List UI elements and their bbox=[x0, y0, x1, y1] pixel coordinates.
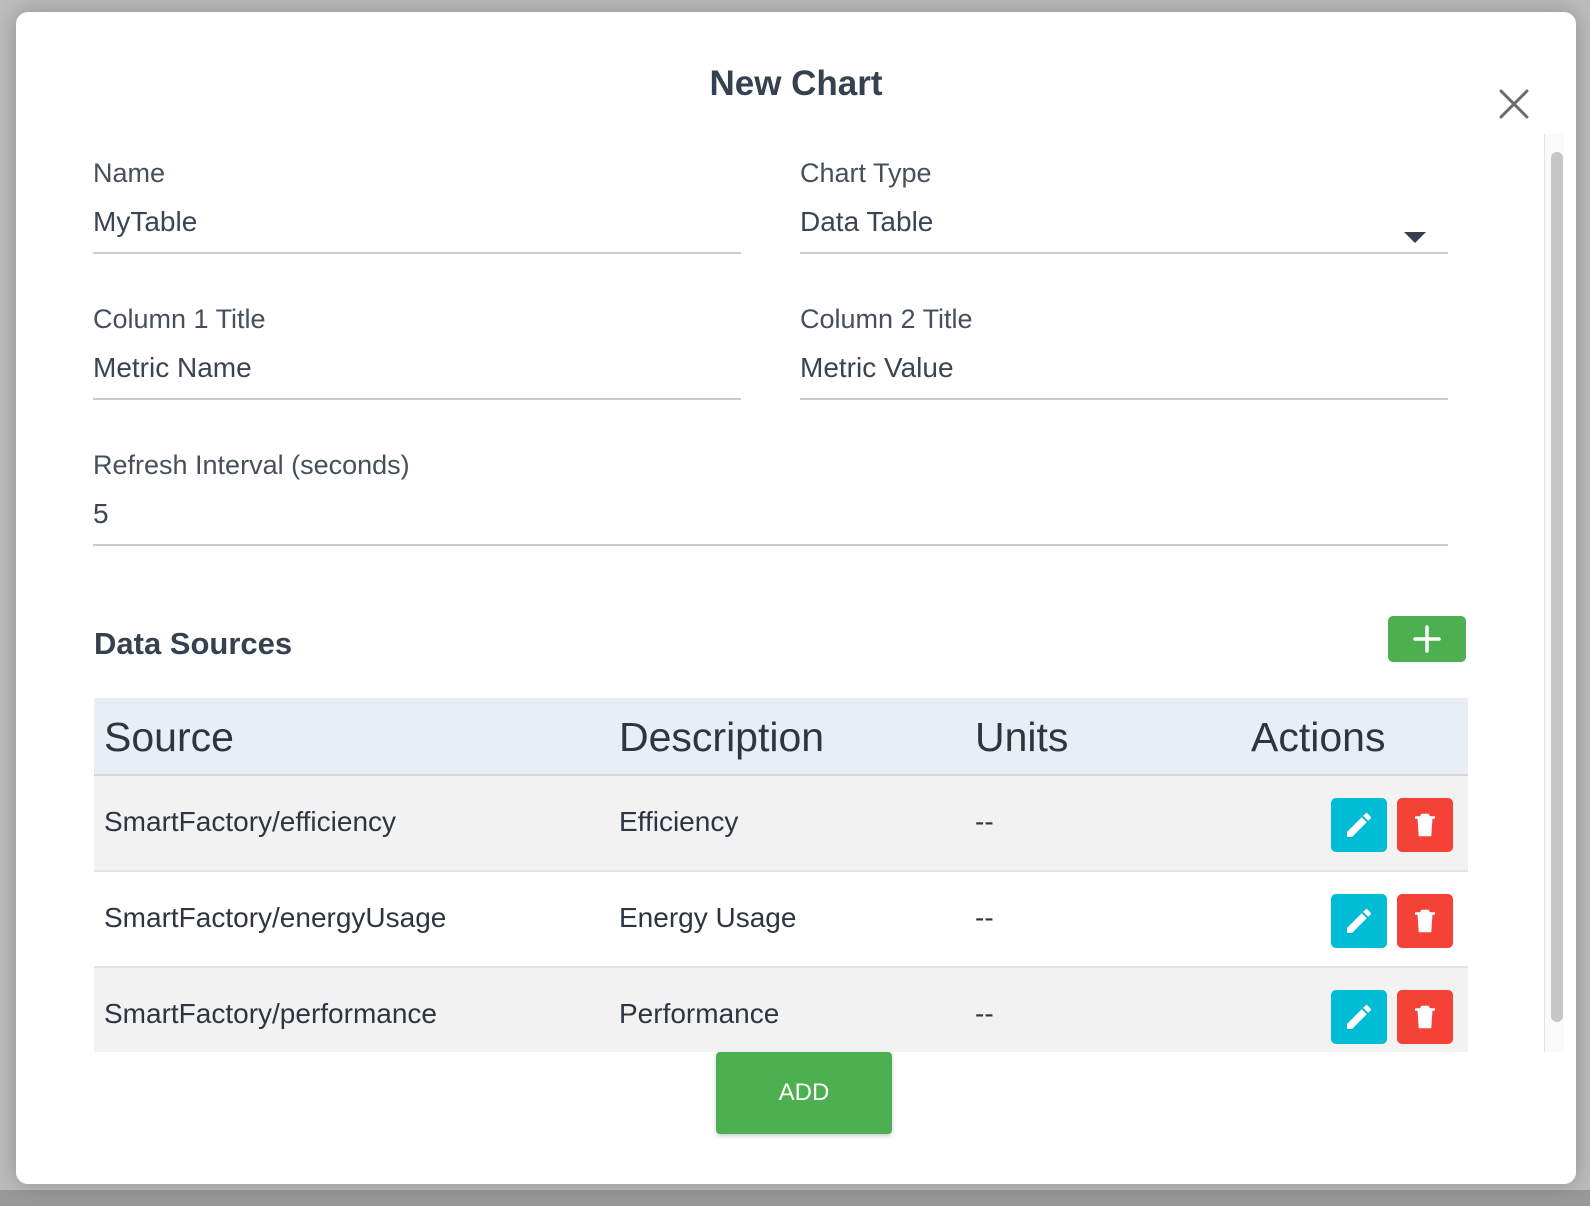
add-button[interactable]: ADD bbox=[716, 1052, 892, 1134]
column-header-actions: Actions bbox=[1251, 714, 1386, 760]
refresh-interval-field: Refresh Interval (seconds) bbox=[93, 450, 1448, 562]
column1-title-input[interactable] bbox=[93, 352, 741, 400]
name-field: Name bbox=[93, 158, 741, 270]
source-cell: SmartFactory/energyUsage bbox=[104, 902, 447, 933]
chart-type-select[interactable] bbox=[800, 206, 1448, 254]
column-header-source: Source bbox=[104, 714, 234, 760]
pencil-icon bbox=[1347, 1004, 1372, 1029]
plus-icon bbox=[1413, 625, 1441, 653]
data-sources-title: Data Sources bbox=[94, 626, 293, 661]
chart-type-label: Chart Type bbox=[800, 158, 932, 188]
edit-button[interactable] bbox=[1331, 894, 1387, 948]
column2-title-input[interactable] bbox=[800, 352, 1448, 400]
scrollbar-thumb[interactable] bbox=[1551, 152, 1563, 1022]
source-cell: SmartFactory/efficiency bbox=[104, 806, 397, 837]
description-cell: Efficiency bbox=[619, 806, 739, 837]
refresh-interval-input[interactable] bbox=[93, 498, 1448, 546]
trash-icon bbox=[1415, 813, 1435, 837]
delete-button[interactable] bbox=[1397, 990, 1453, 1044]
pencil-icon bbox=[1347, 812, 1372, 837]
data-sources-table: Source Description Units Actions SmartFa… bbox=[94, 698, 1468, 1064]
dialog-title: New Chart bbox=[709, 64, 883, 103]
description-cell: Energy Usage bbox=[619, 902, 797, 933]
column-header-units: Units bbox=[975, 714, 1069, 760]
close-icon bbox=[1499, 89, 1529, 119]
edit-button[interactable] bbox=[1331, 798, 1387, 852]
source-cell: SmartFactory/performance bbox=[104, 998, 437, 1029]
edit-button[interactable] bbox=[1331, 990, 1387, 1044]
name-input[interactable] bbox=[93, 206, 741, 254]
trash-icon bbox=[1415, 1005, 1435, 1029]
delete-button[interactable] bbox=[1397, 894, 1453, 948]
column1-title-field: Column 1 Title bbox=[93, 304, 741, 416]
table-row: SmartFactory/energyUsage Energy Usage -- bbox=[94, 872, 1468, 968]
chevron-down-icon[interactable] bbox=[1404, 232, 1426, 243]
backdrop bbox=[0, 1190, 1590, 1206]
name-label: Name bbox=[93, 158, 166, 188]
pencil-icon bbox=[1347, 908, 1372, 933]
table-header: Source Description Units Actions bbox=[94, 698, 1468, 776]
trash-icon bbox=[1415, 909, 1435, 933]
column2-title-field: Column 2 Title bbox=[800, 304, 1448, 416]
new-chart-dialog: New Chart Name Chart Type Column 1 Title… bbox=[16, 12, 1576, 1184]
delete-button[interactable] bbox=[1397, 798, 1453, 852]
add-data-source-button[interactable] bbox=[1388, 616, 1466, 662]
column1-title-label: Column 1 Title bbox=[93, 304, 266, 334]
units-cell: -- bbox=[975, 998, 994, 1029]
table-row: SmartFactory/performance Performance -- bbox=[94, 968, 1468, 1064]
units-cell: -- bbox=[975, 902, 994, 933]
description-cell: Performance bbox=[619, 998, 780, 1029]
units-cell: -- bbox=[975, 806, 994, 837]
refresh-interval-label: Refresh Interval (seconds) bbox=[93, 450, 410, 480]
column2-title-label: Column 2 Title bbox=[800, 304, 973, 334]
chart-type-field: Chart Type bbox=[800, 158, 1448, 270]
close-button[interactable] bbox=[1498, 88, 1530, 120]
column-header-description: Description bbox=[619, 714, 825, 760]
table-row: SmartFactory/efficiency Efficiency -- bbox=[94, 776, 1468, 872]
